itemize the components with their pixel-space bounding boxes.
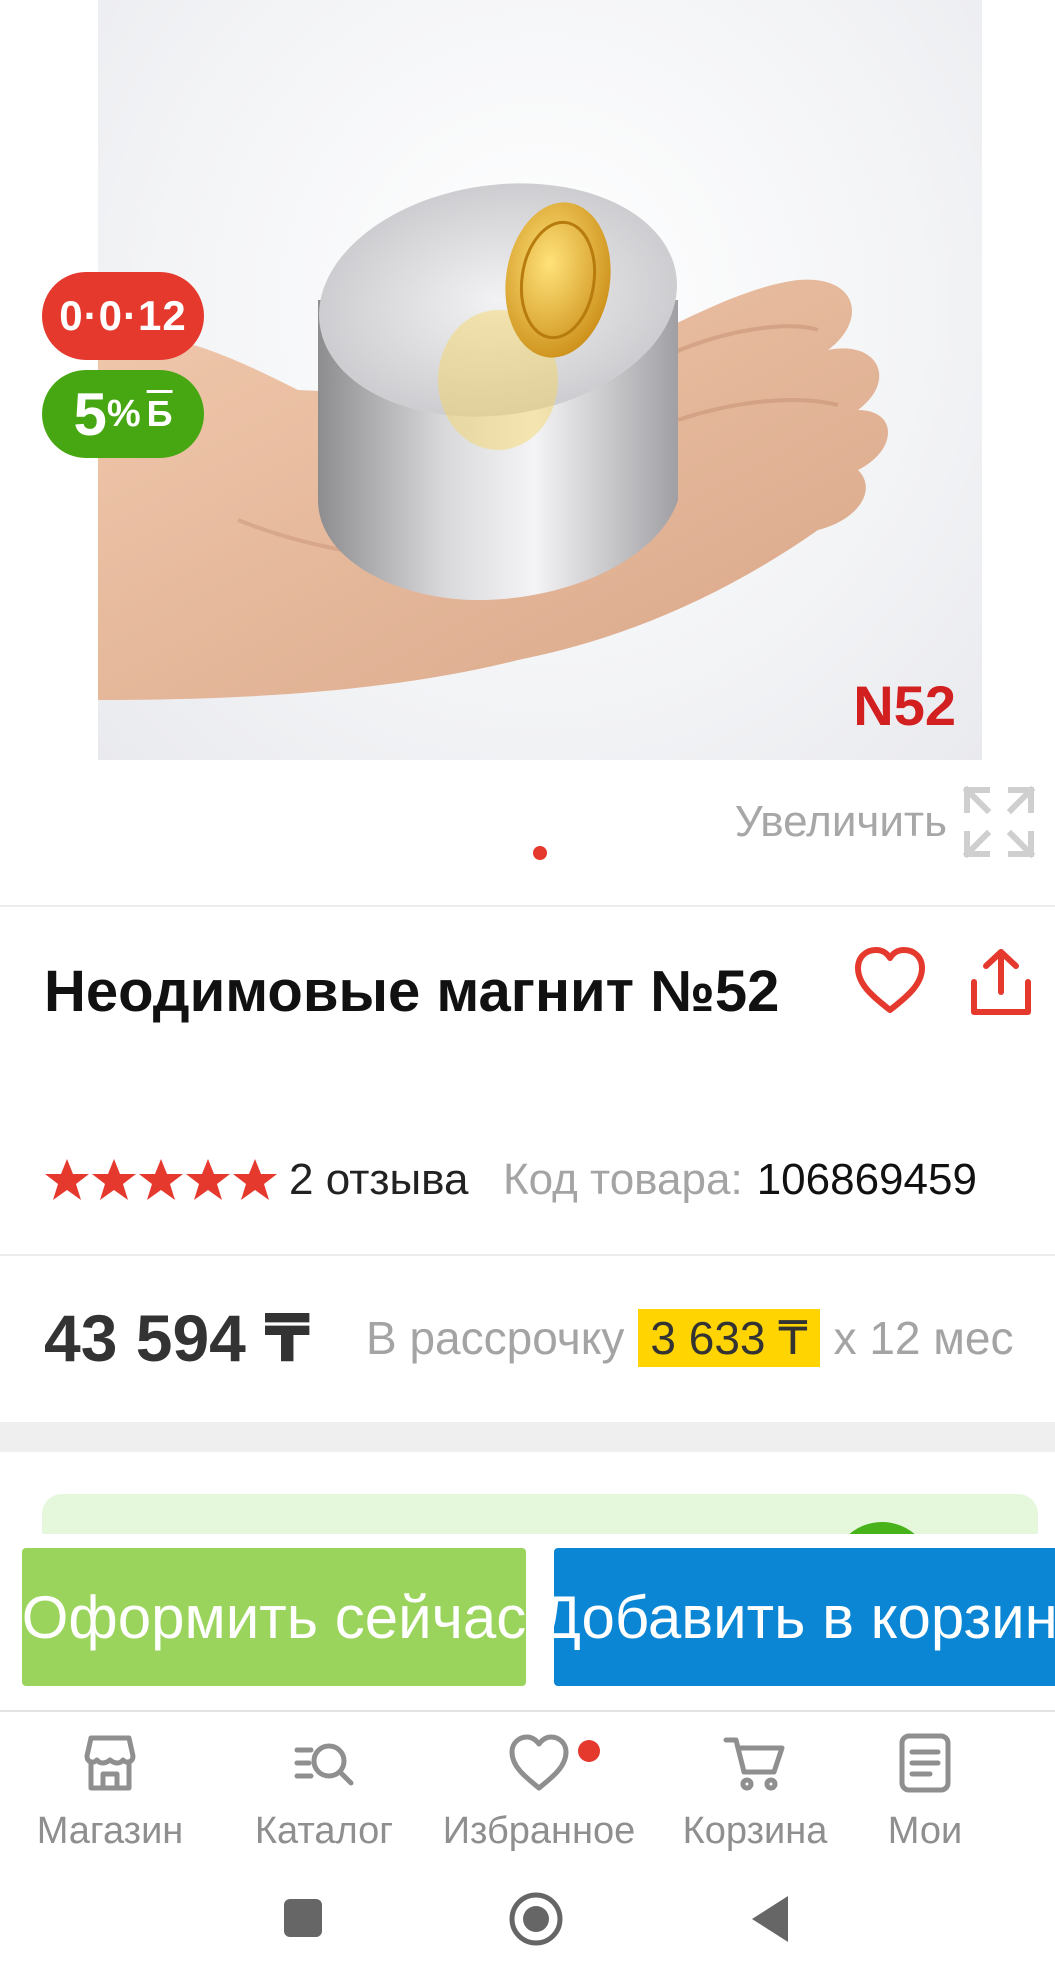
tab-label: Корзина <box>682 1810 828 1852</box>
star-icon <box>139 1159 183 1200</box>
cart-icon <box>723 1737 785 1791</box>
star-icon <box>45 1159 89 1200</box>
tab-my[interactable]: Мои <box>860 1730 990 1853</box>
home-icon[interactable] <box>508 1892 564 1946</box>
tab-cart[interactable]: Корзина <box>664 1730 846 1853</box>
tab-label: Каталог <box>254 1810 394 1852</box>
recent-apps-icon[interactable] <box>283 1892 323 1946</box>
expand-icon <box>962 785 1036 859</box>
heart-icon <box>509 1734 569 1791</box>
product-image[interactable]: N52 <box>98 0 982 760</box>
installment-info[interactable]: В рассрочку 3 633 ₸ х 12 мес <box>366 1306 1014 1370</box>
star-icon <box>186 1159 230 1200</box>
catalog-search-icon <box>294 1743 354 1786</box>
bonus-value: 5 <box>73 380 107 448</box>
divider <box>0 905 1055 907</box>
tab-label: Мои <box>887 1810 963 1852</box>
system-navigation-bar <box>0 1860 1055 1984</box>
installment-amount: 3 633 ₸ <box>638 1309 820 1367</box>
tab-label: Магазин <box>36 1810 184 1852</box>
installment-badge: 0·0·12 <box>42 272 204 360</box>
installment-label: В рассрочку <box>366 1312 625 1364</box>
favorite-heart-icon[interactable] <box>852 944 928 1020</box>
product-price: 43 594 ₸ <box>44 1301 311 1375</box>
share-icon[interactable] <box>966 944 1036 1020</box>
rating-row[interactable]: 2 отзыва <box>44 1150 469 1210</box>
zoom-button[interactable]: Увеличить <box>735 782 1037 862</box>
promo-banner[interactable] <box>42 1494 1038 1534</box>
star-icon <box>92 1159 136 1200</box>
product-gallery[interactable]: N52 0·0·12 5% Б Увеличить <box>0 0 1055 905</box>
product-code: Код товара: 106869459 <box>503 1150 977 1210</box>
favorites-notification-dot <box>578 1740 600 1762</box>
tab-favorites[interactable]: Избранное <box>432 1730 646 1853</box>
product-title: Неодимовые магнит №52 <box>44 959 780 1024</box>
bonus-currency: Б <box>146 393 173 434</box>
product-code-label: Код товара: <box>503 1155 743 1204</box>
image-grade-label: N52 <box>853 674 956 737</box>
bonus-badge: 5% Б <box>42 370 204 458</box>
bonus-percent: % <box>106 392 141 435</box>
zoom-label: Увеличить <box>734 797 947 846</box>
bottom-tab-bar: Магазин Каталог Избранное Корзина Мои <box>0 1710 1055 1860</box>
gallery-page-dot-active[interactable] <box>533 846 547 860</box>
orders-list-icon <box>899 1733 951 1793</box>
product-code-value: 106869459 <box>756 1155 977 1204</box>
reviews-link[interactable]: 2 отзыва <box>289 1155 469 1205</box>
section-separator <box>0 1422 1055 1452</box>
magnet-in-hand-illustration <box>98 183 888 700</box>
tab-store[interactable]: Магазин <box>20 1730 200 1853</box>
checkout-now-button[interactable]: Оформить сейчас <box>22 1548 526 1686</box>
rating-stars <box>44 1157 279 1203</box>
star-icon <box>233 1159 277 1200</box>
divider <box>0 1254 1055 1256</box>
tab-label: Избранное <box>442 1810 636 1852</box>
tab-catalog[interactable]: Каталог <box>234 1730 414 1853</box>
add-to-cart-button[interactable]: Добавить в корзину <box>554 1548 1055 1686</box>
store-icon <box>84 1735 136 1791</box>
promo-circle-graphic <box>832 1522 932 1534</box>
installment-term: х 12 мес <box>833 1312 1014 1364</box>
back-icon[interactable] <box>748 1892 792 1946</box>
